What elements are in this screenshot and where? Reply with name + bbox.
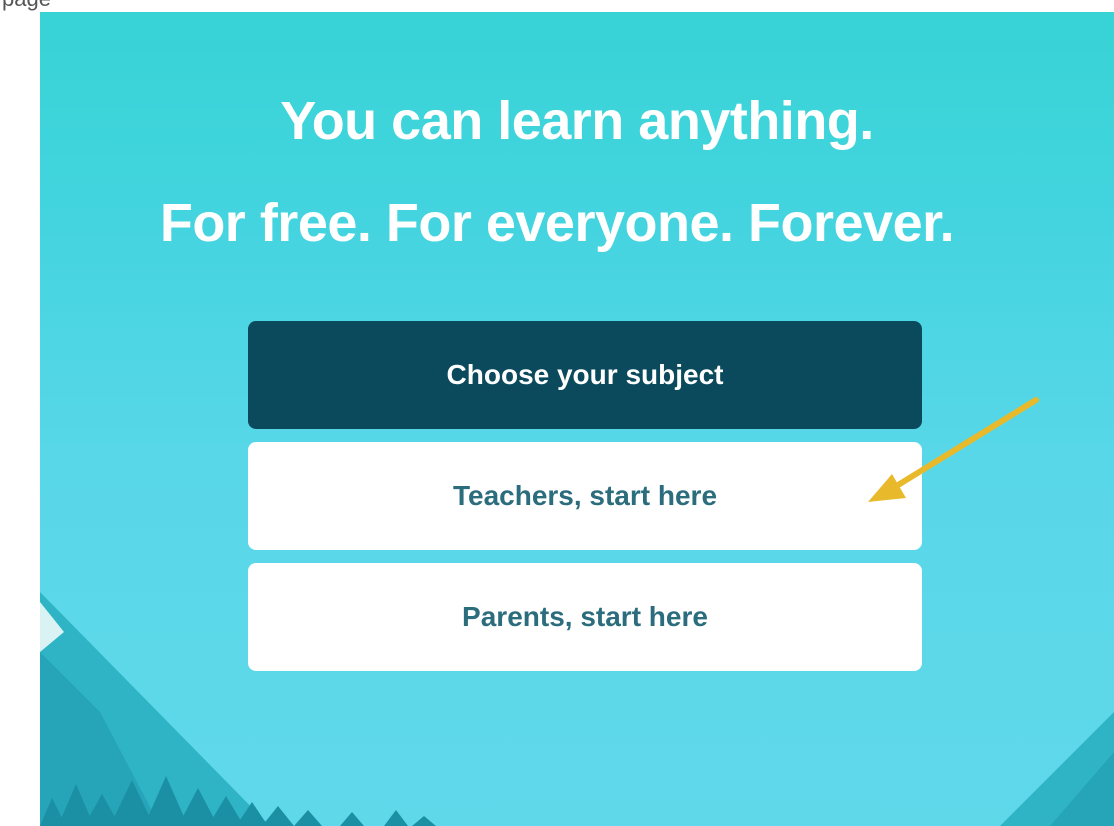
right-mountain-shadow — [1050, 752, 1114, 826]
headline-line-2: For free. For everyone. Forever. — [159, 193, 955, 253]
left-mountain-shadow — [40, 652, 160, 826]
teachers-start-button[interactable]: Teachers, start here — [248, 442, 922, 550]
left-mountain-snowcap — [40, 602, 64, 652]
headline-line-1: You can learn anything. — [280, 91, 874, 151]
tree-line — [40, 776, 436, 826]
top-strip: page — [0, 0, 1114, 12]
parents-start-button[interactable]: Parents, start here — [248, 563, 922, 671]
left-mountain — [40, 592, 270, 826]
right-mountain — [1000, 712, 1114, 826]
hero-section: You can learn anything. For free. For ev… — [40, 12, 1114, 826]
top-strip-text: page — [2, 0, 51, 12]
choose-subject-button[interactable]: Choose your subject — [248, 321, 922, 429]
